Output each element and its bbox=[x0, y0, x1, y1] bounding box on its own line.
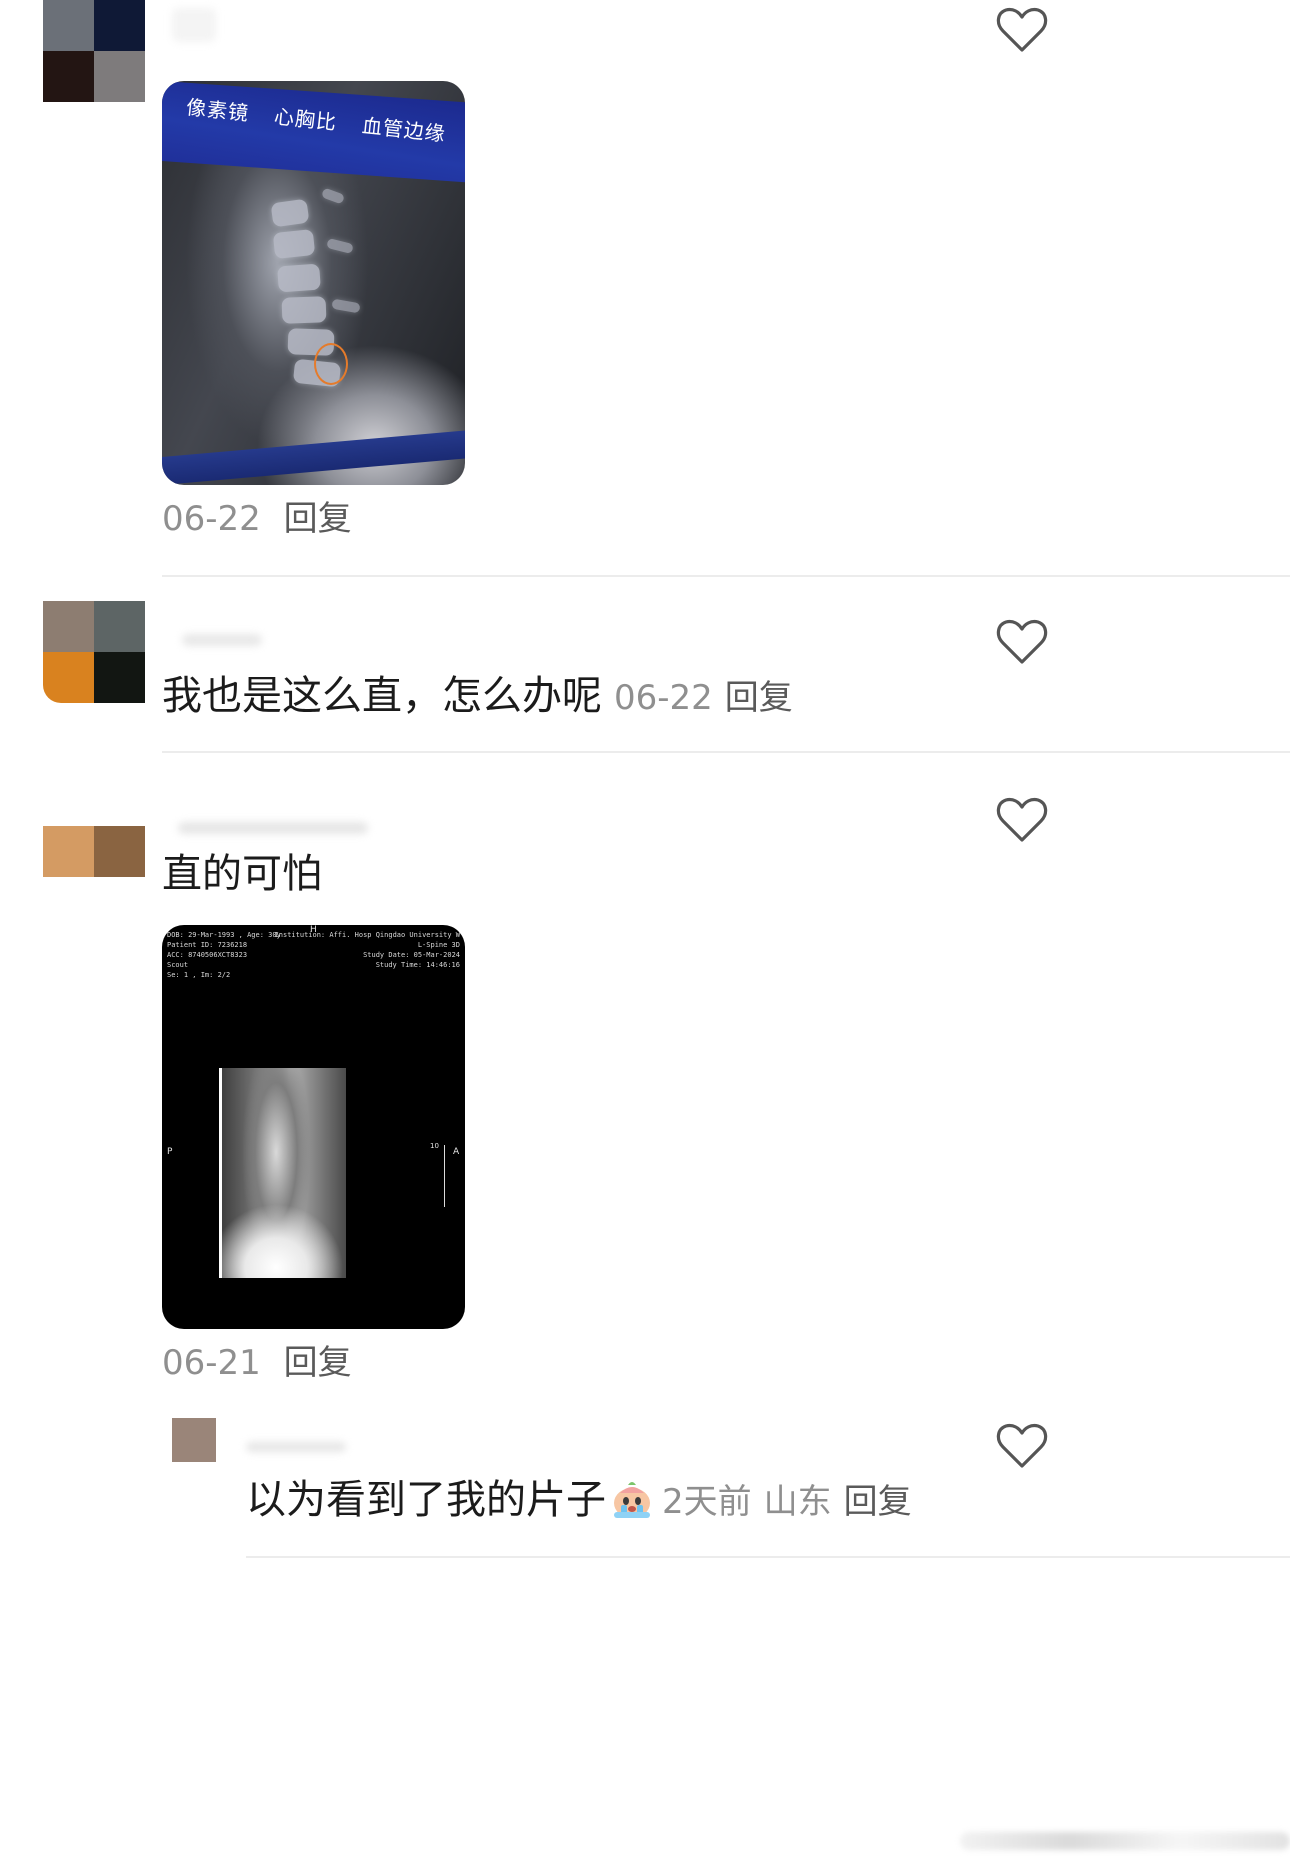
comment-date: 06-22 bbox=[162, 499, 261, 539]
viewer-taskbar bbox=[162, 430, 465, 485]
heart-outline-icon bbox=[996, 1423, 1048, 1468]
heart-outline-icon bbox=[996, 619, 1048, 664]
scan-header-line: Se: 1 , Im: 2/2 bbox=[167, 971, 231, 979]
comment-text: 我也是这么直，怎么办呢 bbox=[162, 673, 602, 719]
comment-date: 06-21 bbox=[162, 1343, 261, 1383]
vertebra bbox=[277, 263, 321, 293]
avatar-tile bbox=[43, 601, 94, 652]
divider bbox=[162, 751, 1290, 753]
scan-header-line: Patient ID: 7236218 bbox=[167, 941, 248, 949]
scan-header-line: Study Date: 05-Mar-2024 bbox=[363, 951, 460, 959]
like-button[interactable] bbox=[995, 1422, 1049, 1470]
avatar-tile bbox=[94, 652, 145, 703]
avatar-tile bbox=[43, 652, 94, 703]
scan-header-line: ACC: 8740506XCT8323 bbox=[167, 951, 248, 959]
reply-location: 山东 bbox=[763, 1482, 832, 1522]
reply-button[interactable]: 回复 bbox=[284, 1343, 352, 1383]
scan-image bbox=[219, 1068, 346, 1278]
orientation-marker-left: P bbox=[167, 1147, 173, 1157]
avatar-tile bbox=[43, 775, 94, 826]
orientation-marker-right: A bbox=[453, 1147, 460, 1157]
spinous-process bbox=[331, 298, 361, 314]
reply-button[interactable]: 回复 bbox=[284, 499, 352, 539]
vertebra bbox=[270, 198, 310, 228]
username[interactable] bbox=[182, 634, 262, 646]
like-button[interactable] bbox=[995, 6, 1049, 54]
scale-ruler bbox=[444, 1145, 451, 1207]
avatar[interactable] bbox=[43, 601, 145, 703]
like-button[interactable] bbox=[995, 618, 1049, 666]
comment-meta: 06-21 回复 bbox=[162, 1341, 352, 1385]
comment-image-cervical-xray[interactable]: 像素镜 心胸比 血管边缘 bbox=[162, 81, 465, 485]
annotation-circle bbox=[314, 343, 348, 385]
reply-button[interactable]: 回复 bbox=[844, 1482, 912, 1522]
ruler-label: 10 bbox=[430, 1142, 439, 1150]
avatar-tile bbox=[94, 0, 145, 51]
avatar[interactable] bbox=[43, 0, 145, 102]
username[interactable] bbox=[246, 1442, 346, 1452]
vertebra bbox=[272, 228, 316, 260]
divider bbox=[246, 1556, 1290, 1558]
avatar-tile bbox=[94, 51, 145, 102]
reply-time: 2天前 bbox=[662, 1482, 752, 1522]
scan-header-line: DOB: 29-Mar-1993 , Age: 30y bbox=[167, 931, 281, 939]
spinous-process bbox=[326, 238, 354, 254]
vertebra bbox=[281, 296, 327, 324]
comment-image-lumbar-xray[interactable]: DOB: 29-Mar-1993 , Age: 30y Patient ID: … bbox=[162, 925, 465, 1329]
orientation-marker-top: H bbox=[310, 925, 317, 935]
avatar[interactable] bbox=[43, 775, 145, 877]
like-button[interactable] bbox=[995, 796, 1049, 844]
comment-text: 直的可怕 bbox=[162, 851, 322, 897]
comment-date: 06-22 bbox=[614, 678, 713, 718]
reply-body: 以为看到了我的片子 2天前 山东 回复 bbox=[246, 1476, 912, 1526]
scan-header-right: Institution: Affi. Hosp Qingdao Universi… bbox=[275, 930, 460, 970]
scan-edge bbox=[219, 1068, 222, 1278]
scan-header-line: Institution: Affi. Hosp Qingdao Universi… bbox=[274, 931, 460, 939]
comment-meta: 06-22 回复 bbox=[162, 497, 352, 541]
avatar-tile bbox=[43, 826, 94, 877]
scan-header-left: DOB: 29-Mar-1993 , Age: 30y Patient ID: … bbox=[167, 930, 281, 980]
avatar[interactable] bbox=[172, 1418, 216, 1462]
crying-face-emoji-icon bbox=[614, 1482, 650, 1518]
scan-header-line: Study Time: 14:46:16 bbox=[375, 961, 460, 969]
divider bbox=[162, 575, 1290, 577]
avatar-tile bbox=[43, 0, 94, 51]
username[interactable] bbox=[178, 822, 368, 834]
username[interactable] bbox=[172, 8, 216, 42]
avatar-tile bbox=[43, 51, 94, 102]
scan-header-line: L-Spine 3D bbox=[417, 941, 460, 949]
avatar-tile bbox=[94, 601, 145, 652]
heart-outline-icon bbox=[996, 7, 1048, 52]
reply-button[interactable]: 回复 bbox=[725, 678, 793, 718]
spinous-process bbox=[320, 187, 346, 205]
avatar-tile bbox=[94, 826, 145, 877]
toolbar-label: 心胸比 bbox=[272, 104, 339, 135]
comment-body: 我也是这么直，怎么办呢 06-22 回复 bbox=[162, 672, 793, 722]
scan-header-line: Scout bbox=[167, 961, 189, 969]
reply-text: 以为看到了我的片子 bbox=[246, 1477, 606, 1523]
toolbar-label: 像素镜 bbox=[185, 94, 251, 126]
blurred-region bbox=[960, 1832, 1290, 1850]
avatar-tile bbox=[94, 775, 145, 826]
heart-outline-icon bbox=[996, 797, 1048, 842]
